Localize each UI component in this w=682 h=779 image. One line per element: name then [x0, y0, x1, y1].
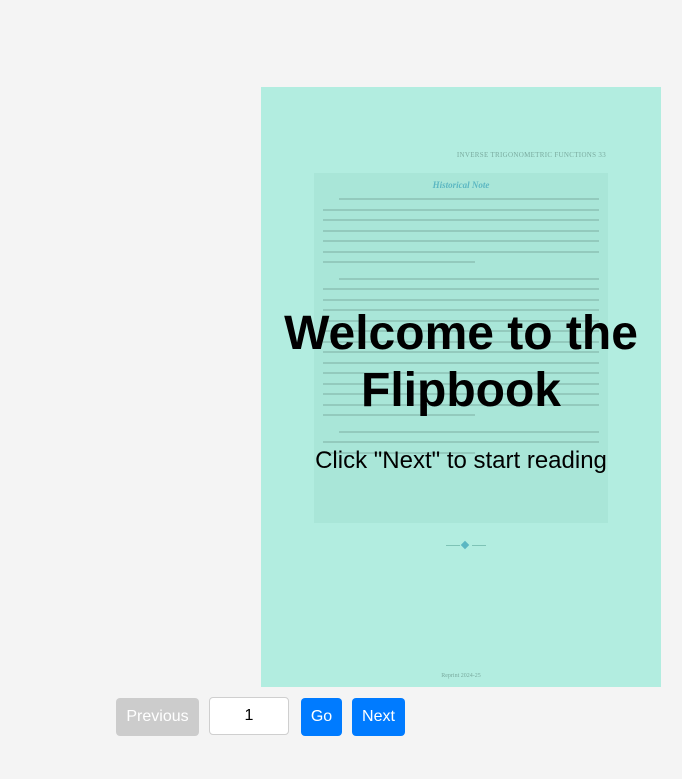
flipbook-page: INVERSE TRIGONOMETRIC FUNCTIONS 33 Histo… — [261, 87, 661, 687]
previous-button[interactable]: Previous — [116, 698, 199, 736]
welcome-subtitle: Click "Next" to start reading — [315, 447, 607, 474]
go-button[interactable]: Go — [301, 698, 342, 736]
running-head: INVERSE TRIGONOMETRIC FUNCTIONS 33 — [456, 151, 606, 159]
historical-note-title: Historical Note — [432, 180, 490, 190]
next-button[interactable]: Next — [352, 698, 405, 736]
page-number-input[interactable] — [209, 697, 289, 735]
reprint-footer: Reprint 2024-25 — [441, 673, 481, 679]
welcome-title: Welcome to the Flipbook — [284, 307, 638, 417]
ornament-divider — [446, 540, 486, 551]
